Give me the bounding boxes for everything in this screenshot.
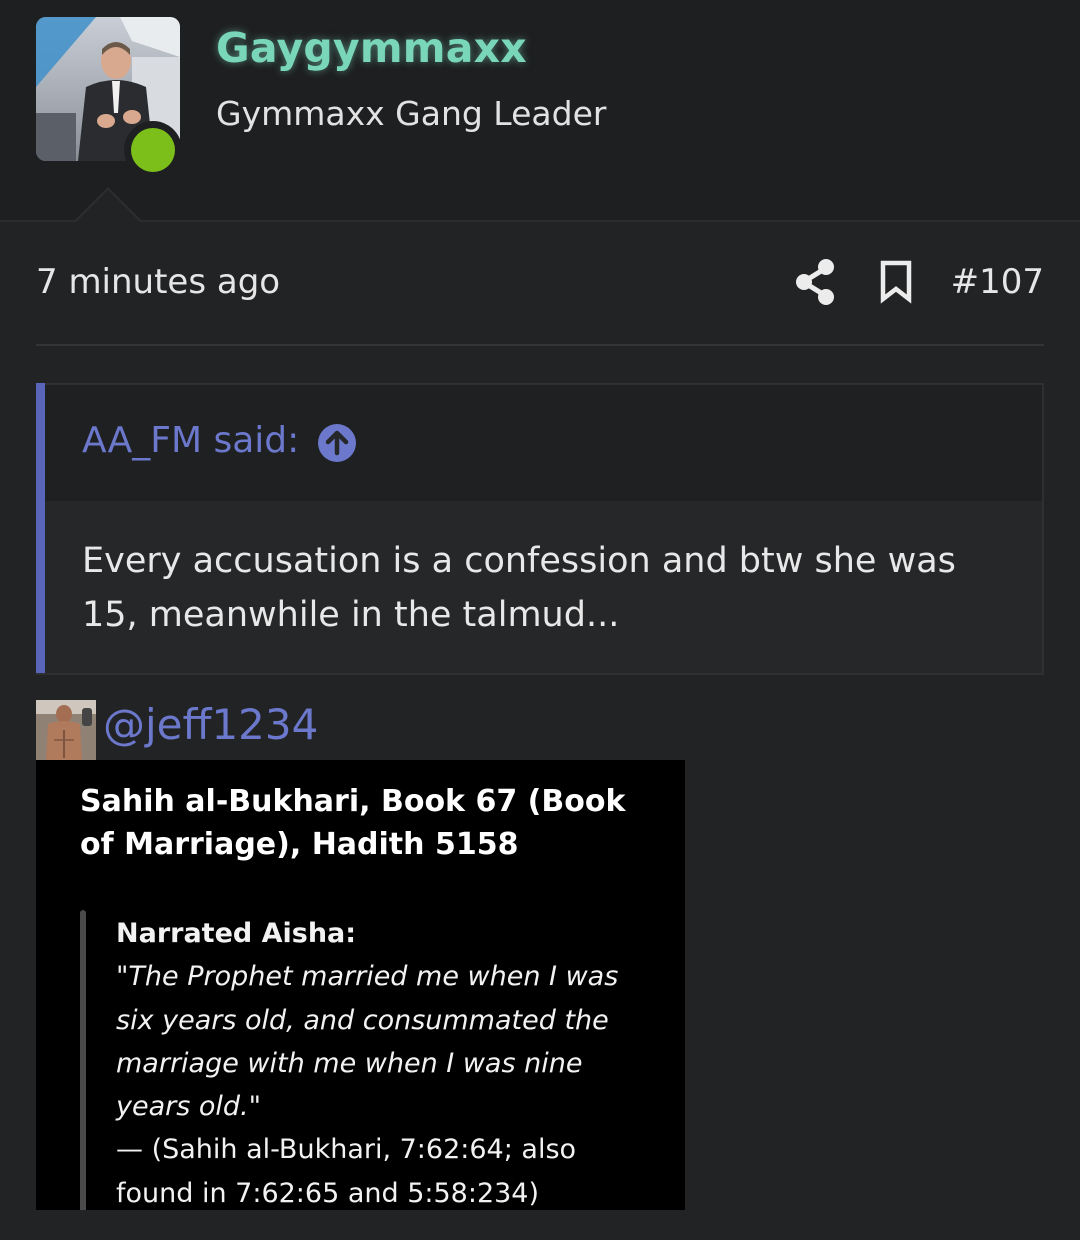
embed-quote: Narrated Aisha: "The Prophet married me … bbox=[116, 912, 656, 1210]
post-timestamp[interactable]: 7 minutes ago bbox=[36, 262, 280, 302]
share-button[interactable] bbox=[794, 258, 838, 306]
embedded-image-card[interactable]: Sahih al-Bukhari, Book 67 (Book of Marri… bbox=[36, 760, 685, 1210]
embed-handle-link[interactable]: @jeff1234 bbox=[103, 700, 318, 749]
quote-text: Every accusation is a confession and btw… bbox=[82, 541, 956, 635]
arrow-up-circle-icon bbox=[318, 424, 356, 462]
jump-to-quote-button[interactable] bbox=[317, 423, 357, 463]
online-status-indicator bbox=[124, 121, 182, 179]
quote-accent-bar bbox=[36, 383, 45, 673]
embed-avatar-image bbox=[36, 700, 96, 760]
embed-quote-bar bbox=[80, 910, 86, 1210]
meta-divider bbox=[36, 344, 1044, 346]
embed-hadith-text: "The Prophet married me when I was six y… bbox=[116, 961, 619, 1123]
header-pointer-arrow bbox=[74, 187, 142, 222]
embed-narrator: Narrated Aisha: bbox=[116, 918, 357, 949]
embed-title: Sahih al-Bukhari, Book 67 (Book of Marri… bbox=[80, 784, 626, 862]
share-icon bbox=[796, 259, 834, 305]
bookmark-icon bbox=[880, 260, 912, 304]
forum-post: Gaygymmaxx Gymmaxx Gang Leader 7 minutes… bbox=[0, 0, 1080, 1240]
post-number-link[interactable]: #107 bbox=[951, 262, 1044, 302]
embed-source: — (Sahih al-Bukhari, 7:62:64; also found… bbox=[116, 1134, 577, 1209]
quote-author-link[interactable]: AA_FM said: bbox=[82, 420, 299, 461]
bookmark-button[interactable] bbox=[878, 259, 914, 305]
username-link[interactable]: Gaygymmaxx bbox=[216, 24, 527, 72]
user-title: Gymmaxx Gang Leader bbox=[216, 94, 607, 133]
embed-avatar bbox=[36, 700, 96, 760]
post-user-header: Gaygymmaxx Gymmaxx Gang Leader bbox=[0, 0, 1080, 222]
